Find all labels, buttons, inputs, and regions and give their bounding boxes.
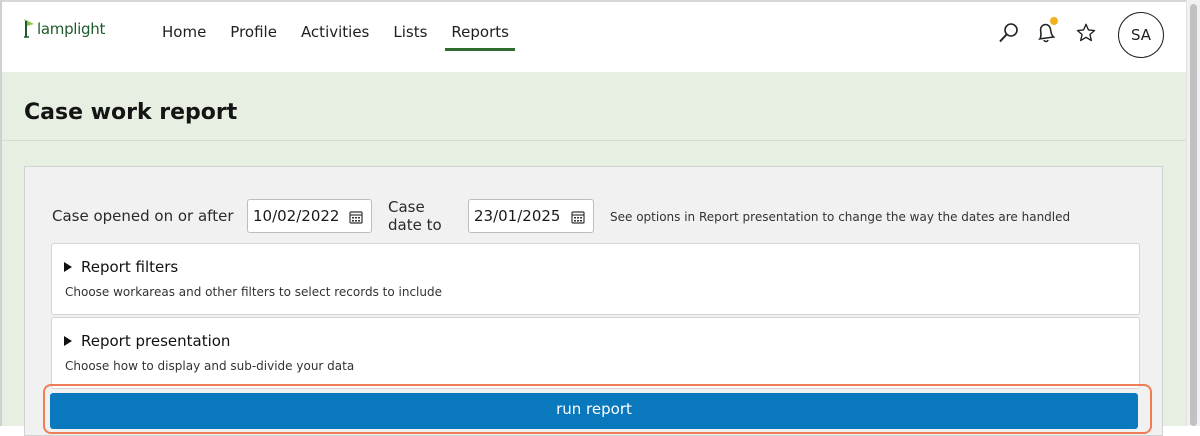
top-navigation-bar: lamplight Home Profile Activities Lists … bbox=[2, 2, 1186, 72]
title-divider bbox=[2, 140, 1186, 141]
report-presentation-toggle[interactable]: Report presentation bbox=[64, 332, 230, 350]
scrollbar-thumb[interactable] bbox=[1190, 4, 1197, 426]
case-opened-date-input[interactable]: 10/02/2022 bbox=[247, 199, 372, 233]
case-date-to-label-line1: Case bbox=[388, 198, 425, 216]
report-filters-title: Report filters bbox=[81, 258, 179, 276]
run-report-button[interactable]: run report bbox=[50, 393, 1138, 429]
report-presentation-section[interactable]: Report presentation Choose how to displa… bbox=[51, 317, 1140, 389]
nav-item-home[interactable]: Home bbox=[150, 2, 218, 62]
expand-triangle-icon bbox=[64, 262, 72, 272]
page-scrollbar[interactable] bbox=[1186, 0, 1200, 426]
report-filters-description: Choose workareas and other filters to se… bbox=[65, 285, 442, 299]
page-title: Case work report bbox=[24, 100, 238, 125]
nav-item-activities[interactable]: Activities bbox=[289, 2, 381, 62]
date-handling-hint: See options in Report presentation to ch… bbox=[610, 210, 1071, 224]
notifications-button[interactable] bbox=[1033, 17, 1059, 46]
favourites-button[interactable] bbox=[1073, 20, 1099, 46]
nav-item-lists[interactable]: Lists bbox=[381, 2, 439, 62]
nav-item-profile[interactable]: Profile bbox=[218, 2, 289, 62]
calendar-icon[interactable] bbox=[571, 210, 585, 224]
page-content: Case work report Case opened on or after… bbox=[2, 72, 1186, 436]
nav-item-reports[interactable]: Reports bbox=[439, 2, 521, 62]
case-opened-label: Case opened on or after bbox=[52, 207, 234, 225]
lamp-icon bbox=[24, 19, 34, 38]
main-nav: Home Profile Activities Lists Reports bbox=[150, 2, 521, 72]
lamplight-logo[interactable]: lamplight bbox=[22, 18, 105, 38]
report-presentation-title: Report presentation bbox=[81, 332, 231, 350]
logo-text: lamplight bbox=[37, 20, 106, 38]
search-icon bbox=[999, 23, 1018, 43]
case-date-to-input[interactable]: 23/01/2025 bbox=[468, 199, 594, 233]
calendar-icon[interactable] bbox=[349, 210, 363, 224]
user-avatar[interactable]: SA bbox=[1118, 12, 1164, 58]
search-button[interactable] bbox=[996, 20, 1022, 46]
star-icon bbox=[1076, 23, 1096, 42]
case-date-to-value: 23/01/2025 bbox=[474, 207, 561, 225]
report-filters-section[interactable]: Report filters Choose workareas and othe… bbox=[51, 243, 1140, 315]
case-opened-date-value: 10/02/2022 bbox=[253, 207, 340, 225]
case-date-to-label-line2: date to bbox=[388, 216, 442, 234]
expand-triangle-icon bbox=[64, 336, 72, 346]
notification-dot bbox=[1050, 17, 1058, 25]
report-filters-toggle[interactable]: Report filters bbox=[64, 258, 178, 276]
report-presentation-description: Choose how to display and sub-divide you… bbox=[65, 359, 355, 373]
